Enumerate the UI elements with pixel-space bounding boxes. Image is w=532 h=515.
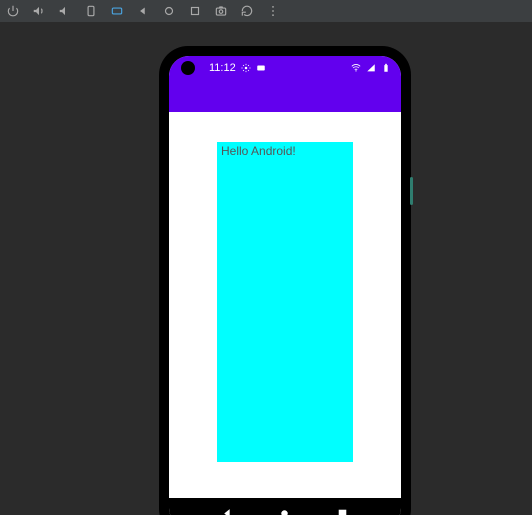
camera-hole (181, 61, 195, 75)
status-time: 11:12 (209, 62, 236, 74)
home-icon[interactable] (162, 4, 176, 18)
more-icon[interactable] (266, 4, 280, 18)
message-notif-icon (256, 63, 266, 73)
volume-down-icon[interactable] (58, 4, 72, 18)
overview-icon[interactable] (188, 4, 202, 18)
battery-icon (381, 63, 391, 73)
emulator-stage: 11:12 (0, 22, 532, 515)
screenshot-icon[interactable] (214, 4, 228, 18)
nav-home-button[interactable] (278, 506, 292, 515)
status-bar: 11:12 (169, 56, 401, 80)
nav-back-button[interactable] (221, 506, 235, 515)
volume-up-icon[interactable] (32, 4, 46, 18)
emulator-toolbar (0, 0, 532, 22)
wifi-icon (351, 63, 361, 73)
rotate-right-icon[interactable] (110, 4, 124, 18)
greeting-text: Hello Android! (221, 144, 349, 158)
settings-notif-icon (241, 63, 251, 73)
system-nav-bar (169, 498, 401, 515)
cyan-content-box: Hello Android! (217, 142, 353, 462)
device-side-button (410, 177, 413, 205)
app-body: Hello Android! (169, 112, 401, 498)
power-icon[interactable] (6, 4, 20, 18)
device-screen: 11:12 (169, 56, 401, 515)
refresh-icon[interactable] (240, 4, 254, 18)
rotate-left-icon[interactable] (84, 4, 98, 18)
device-frame: 11:12 (160, 47, 410, 515)
signal-icon (366, 63, 376, 73)
back-icon[interactable] (136, 4, 150, 18)
app-action-bar (169, 80, 401, 112)
status-right (351, 63, 391, 73)
status-left: 11:12 (209, 62, 266, 74)
nav-overview-button[interactable] (335, 506, 349, 515)
